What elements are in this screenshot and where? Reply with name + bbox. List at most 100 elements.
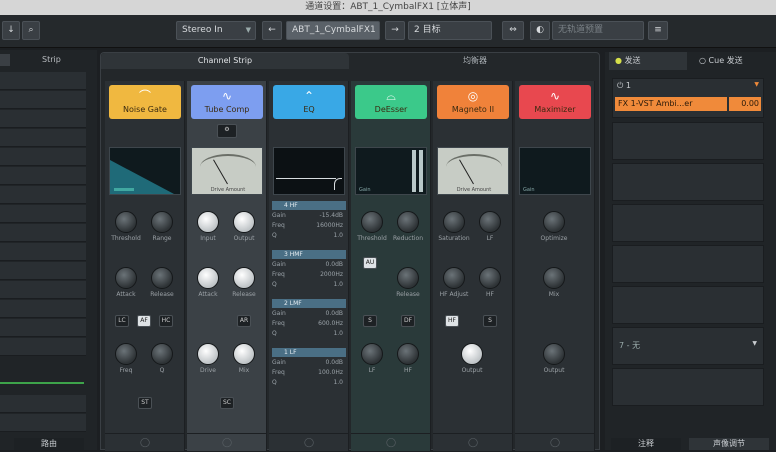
knob-freq[interactable] bbox=[115, 343, 137, 365]
power-icon[interactable]: ⏻ bbox=[617, 81, 623, 90]
knob-mix[interactable] bbox=[543, 267, 565, 289]
ar-button[interactable]: AR bbox=[237, 315, 251, 327]
collapse-icon[interactable] bbox=[0, 54, 10, 66]
df-button[interactable]: DF bbox=[401, 315, 415, 327]
sc-button[interactable]: SC bbox=[220, 397, 234, 409]
routing-select[interactable]: Stereo In ▼ bbox=[176, 21, 256, 40]
knob-range[interactable] bbox=[151, 211, 173, 233]
bypass-icon[interactable]: ◯ bbox=[515, 433, 595, 451]
bypass-icon[interactable]: ◯ bbox=[269, 433, 349, 451]
track-name-field[interactable]: ABT_1_CymbalFX1 bbox=[286, 21, 380, 40]
list-row[interactable] bbox=[0, 72, 86, 90]
af-button[interactable]: AF bbox=[137, 315, 151, 327]
eq-freq-row[interactable]: Freq 100.0Hz bbox=[272, 369, 346, 378]
knob-attack[interactable] bbox=[197, 267, 219, 289]
bypass-icon[interactable]: ◯ bbox=[105, 433, 185, 451]
send-destination[interactable]: FX 1-VST Ambi...er bbox=[615, 97, 727, 111]
knob-output[interactable] bbox=[543, 343, 565, 365]
knob-threshold[interactable] bbox=[115, 211, 137, 233]
knob-release[interactable] bbox=[397, 267, 419, 289]
strip-tab[interactable]: Strip bbox=[0, 54, 97, 68]
search-icon[interactable]: ⌕ bbox=[22, 21, 40, 40]
list-row[interactable] bbox=[0, 243, 86, 261]
target-field[interactable]: 2 目标 bbox=[408, 21, 492, 40]
hc-button[interactable]: HC bbox=[159, 315, 173, 327]
eq-gain-row[interactable]: Gain -15.4dB bbox=[272, 212, 346, 221]
link-button[interactable]: ⇔ bbox=[502, 21, 524, 40]
send-slot[interactable] bbox=[612, 163, 764, 201]
tab-sends[interactable]: ● 发送 bbox=[609, 52, 687, 70]
s-button[interactable]: S bbox=[483, 315, 497, 327]
eq-band-header[interactable]: 1 LF bbox=[272, 348, 346, 357]
bypass-icon[interactable]: ◯ bbox=[187, 433, 267, 451]
tab-equalizer[interactable]: 均衡器 bbox=[351, 53, 599, 69]
eq-band-header[interactable]: 4 HF bbox=[272, 201, 346, 210]
knob-mix[interactable] bbox=[233, 343, 255, 365]
chevron-down-icon[interactable]: ▼ bbox=[752, 340, 757, 347]
settings-icon[interactable]: ⚙ bbox=[217, 124, 237, 138]
knob-hf[interactable] bbox=[479, 267, 501, 289]
knob-lf[interactable] bbox=[361, 343, 383, 365]
send-slot[interactable] bbox=[612, 245, 764, 283]
knob-lf[interactable] bbox=[479, 211, 501, 233]
module-header[interactable]: ∿ Tube Comp bbox=[191, 85, 263, 119]
knob-saturation[interactable] bbox=[443, 211, 465, 233]
list-row[interactable] bbox=[0, 300, 86, 318]
tab-channel-strip[interactable]: Channel Strip bbox=[101, 53, 349, 69]
eq-gain-row[interactable]: Gain 0.0dB bbox=[272, 310, 346, 319]
eq-q-row[interactable]: Q 1.0 bbox=[272, 281, 346, 290]
knob-hf[interactable] bbox=[397, 343, 419, 365]
list-row[interactable] bbox=[0, 186, 86, 204]
list-row[interactable] bbox=[0, 91, 86, 109]
eq-freq-row[interactable]: Freq 600.0Hz bbox=[272, 320, 346, 329]
knob-attack[interactable] bbox=[115, 267, 137, 289]
module-header[interactable]: ◎ Magneto II bbox=[437, 85, 509, 119]
download-icon[interactable]: ↓ bbox=[2, 21, 20, 40]
list-row[interactable] bbox=[0, 129, 86, 147]
eq-gain-row[interactable]: Gain 0.0dB bbox=[272, 261, 346, 270]
notes-tab[interactable]: 注释 bbox=[611, 438, 681, 450]
knob-threshold[interactable] bbox=[361, 211, 383, 233]
hf-button[interactable]: HF bbox=[445, 315, 459, 327]
s-button[interactable]: S bbox=[363, 315, 377, 327]
knob-output[interactable] bbox=[233, 211, 255, 233]
list-row[interactable] bbox=[0, 110, 86, 128]
knob-hf-adjust[interactable] bbox=[443, 267, 465, 289]
track-preset-field[interactable]: 无轨道预置 bbox=[552, 21, 644, 40]
list-row[interactable] bbox=[0, 414, 86, 432]
eq-band-header[interactable]: 3 HMF bbox=[272, 250, 346, 259]
knob-reduction[interactable] bbox=[397, 211, 419, 233]
send-slot[interactable]: 7 - 无 ▼ bbox=[612, 327, 764, 365]
list-row[interactable] bbox=[0, 319, 86, 337]
send-slot[interactable] bbox=[612, 368, 764, 406]
send-slot[interactable] bbox=[612, 204, 764, 242]
module-header[interactable]: ⌓ DeEsser bbox=[355, 85, 427, 119]
eq-q-row[interactable]: Q 1.0 bbox=[272, 379, 346, 388]
send-level[interactable]: 0.00 bbox=[729, 97, 761, 111]
knob-q[interactable] bbox=[151, 343, 173, 365]
send-slot[interactable] bbox=[612, 122, 764, 160]
menu-icon[interactable]: ≡ bbox=[648, 21, 668, 40]
list-row[interactable] bbox=[0, 395, 86, 413]
list-row[interactable] bbox=[0, 148, 86, 166]
eq-q-row[interactable]: Q 1.0 bbox=[272, 232, 346, 241]
knob-drive[interactable] bbox=[197, 343, 219, 365]
knob-input[interactable] bbox=[197, 211, 219, 233]
preset-icon[interactable]: ◐ bbox=[530, 21, 550, 40]
send-slot[interactable]: ⏻ 1 ▼ FX 1-VST Ambi...er 0.00 bbox=[612, 78, 764, 118]
eq-freq-row[interactable]: Freq 2000Hz bbox=[272, 271, 346, 280]
lc-button[interactable]: LC bbox=[115, 315, 129, 327]
au-button[interactable]: AU bbox=[363, 257, 377, 269]
module-header[interactable]: ⌃ EQ bbox=[273, 85, 345, 119]
prev-track-button[interactable]: ← bbox=[262, 21, 282, 40]
list-row[interactable] bbox=[0, 224, 86, 242]
eq-band-header[interactable]: 2 LMF bbox=[272, 299, 346, 308]
next-track-button[interactable]: → bbox=[385, 21, 405, 40]
routing-tab[interactable]: 路由 bbox=[14, 438, 84, 450]
list-row[interactable] bbox=[0, 205, 86, 223]
knob-release[interactable] bbox=[151, 267, 173, 289]
list-row[interactable] bbox=[0, 167, 86, 185]
list-row[interactable] bbox=[0, 338, 86, 356]
tab-cue-sends[interactable]: ○ Cue 发送 bbox=[693, 52, 773, 70]
eq-freq-row[interactable]: Freq 16000Hz bbox=[272, 222, 346, 231]
